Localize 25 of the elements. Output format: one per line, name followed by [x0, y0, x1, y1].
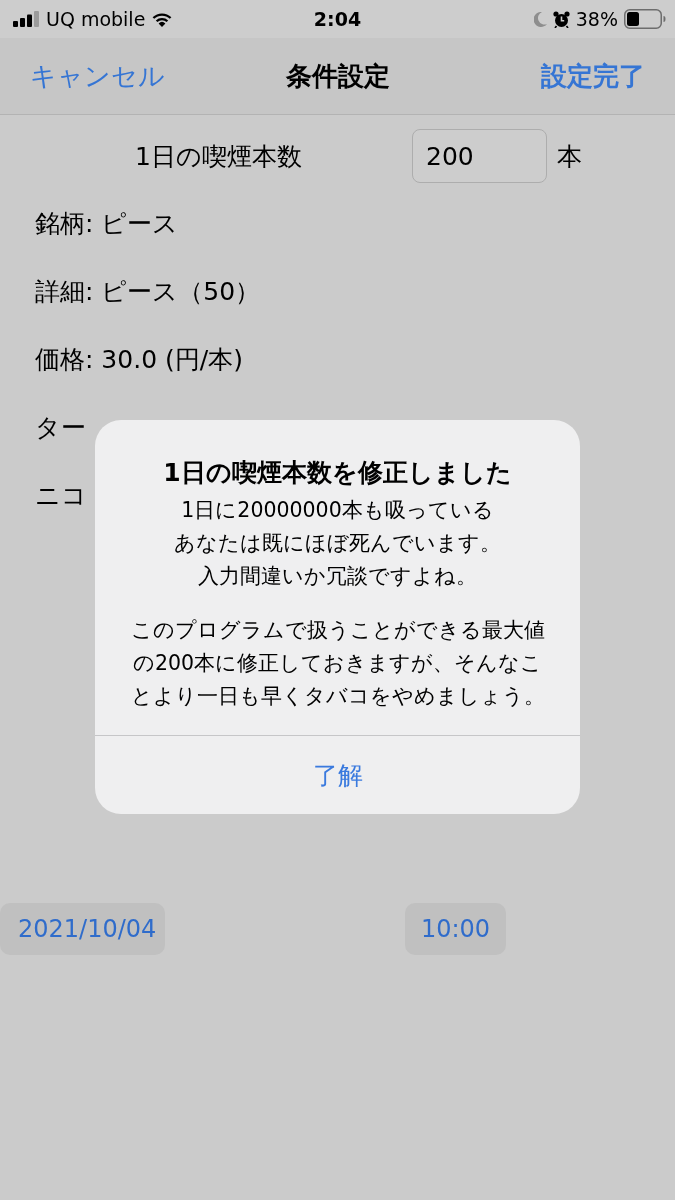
carrier-name: UQ mobile — [46, 8, 146, 30]
field-text: 詳細: ピース（50） — [35, 275, 261, 308]
signal-icon — [13, 11, 40, 27]
field-text: 銘柄: ピース — [35, 207, 179, 240]
alert-message: このプログラムで扱うことができる最大値 の200本に修正しておきますが、そんなこ とより一日も早くタバコをやめましょう。 — [130, 617, 545, 710]
alarm-clock-icon — [552, 10, 570, 28]
field-text: ター — [35, 411, 86, 444]
cancel-button[interactable]: キャンセル — [30, 54, 165, 98]
done-button[interactable]: 設定完了 — [541, 54, 645, 98]
battery-percent: 38% — [575, 8, 618, 30]
count-input-field[interactable]: 200 — [412, 129, 547, 183]
field-text: ニコ — [35, 479, 87, 512]
unit-label: 本 — [557, 140, 582, 173]
date-button[interactable]: 2021/10/04 — [0, 903, 165, 955]
moon-icon — [533, 11, 547, 27]
screen-title: 条件設定 — [285, 59, 390, 93]
wifi-icon — [151, 11, 174, 27]
alert-title: 1日の喫煙本数を修正しました — [163, 457, 512, 489]
clock-time: 2:04 — [313, 8, 362, 30]
field-text: 価格: 30.0 (円/本) — [35, 343, 243, 376]
field-label: 1日の喫煙本数 — [135, 140, 303, 173]
ok-button[interactable]: 了解 — [95, 736, 580, 814]
time-button[interactable]: 10:00 — [405, 903, 506, 955]
battery-icon — [624, 9, 666, 29]
alert-message: 1日に20000000本も吸っている あなたは既にほぼ死んでいます。 入力間違いか冗談ですよね。 — [174, 497, 501, 590]
